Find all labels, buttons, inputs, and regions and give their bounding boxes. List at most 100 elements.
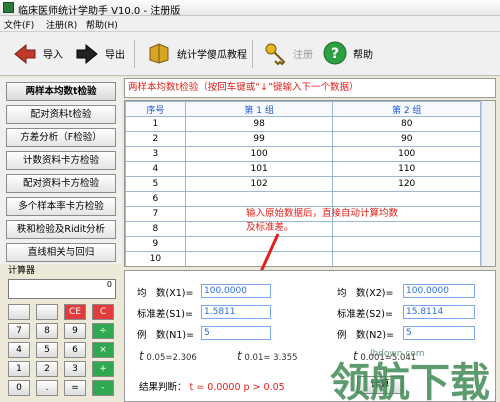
menu-help[interactable]: 帮助(H) (86, 18, 118, 31)
data-grid: 序号 第 1 组 第 2 组 1 98 80 2 99 90 3 100 100 4 101 1… (124, 100, 496, 267)
group1-cell[interactable]: 98 (184, 116, 334, 132)
key-icon (265, 43, 286, 66)
calc-key-5[interactable]: 5 (36, 342, 58, 358)
svg-text:领航下载: 领航下载 (330, 360, 490, 402)
verdict-value: t = 0.0000 p > 0.05 (189, 382, 285, 393)
group1-cell[interactable]: 102 (184, 176, 334, 192)
row-index: 3 (125, 146, 186, 162)
calc-key-1[interactable]: 1 (8, 361, 30, 377)
title-bar: 临床医师统计学助手 V10.0 - 注册版 (0, 0, 500, 17)
calc-key-3[interactable]: 3 (64, 361, 86, 377)
menu-paired-chi-square[interactable]: 配对资料卡方检验 (6, 174, 116, 193)
calc-key-equals[interactable]: = (64, 380, 86, 396)
toolbar: 导入 导出 统计学傻瓜教程 注册 ? 帮助 (0, 32, 500, 76)
window-title: 临床医师统计学助手 V10.0 - 注册版 (18, 6, 181, 17)
group2-cell[interactable]: 110 (332, 161, 481, 177)
import-icon (14, 43, 36, 65)
row-index: 6 (125, 191, 186, 207)
menu-rank-sum-ridit[interactable]: 秩和检验及Ridit分析 (6, 220, 116, 239)
tutorial-button[interactable]: 统计学傻瓜教程 (146, 40, 247, 66)
menu-file[interactable]: 文件(F) (4, 18, 34, 31)
sd1-field: 1.5811 (201, 305, 271, 319)
sd2-label: 标准差(S2)= (337, 309, 393, 320)
svg-text:?: ? (331, 46, 339, 62)
critical-t-005: t 0.05=2.306 (139, 349, 197, 363)
row-index: 4 (125, 161, 186, 177)
group2-cell[interactable] (332, 251, 481, 266)
row-index: 9 (125, 236, 186, 252)
calculator-title: 计算器 (8, 266, 36, 276)
tutorial-icon (149, 43, 169, 64)
menu-paired-t[interactable]: 配对资料t检验 (6, 105, 116, 124)
help-label: 帮助 (353, 49, 373, 61)
calc-key-2[interactable]: 2 (36, 361, 58, 377)
group2-cell[interactable]: 120 (332, 176, 481, 192)
row-index: 8 (125, 221, 186, 237)
calc-key-decimal[interactable]: . (36, 380, 58, 396)
verdict-label: 结果判断： (139, 382, 187, 393)
menu-register[interactable]: 注册(R) (46, 18, 77, 31)
tutorial-label: 统计学傻瓜教程 (177, 49, 247, 61)
mean2-field: 100.0000 (403, 284, 475, 298)
app-icon (3, 2, 14, 13)
calc-key-blank[interactable] (36, 304, 58, 320)
calc-key-clear-entry[interactable]: CE (64, 304, 86, 320)
calculator: 计算器 0 CE C 7 8 9 ÷ 4 5 6 × 1 2 3 + 0 . =… (0, 262, 122, 402)
group1-cell[interactable]: 101 (184, 161, 334, 177)
help-button[interactable]: ? 帮助 (322, 40, 373, 66)
register-label: 注册 (293, 49, 313, 61)
mean1-label: 均 数(X1)= (137, 288, 194, 299)
help-icon: ? (323, 41, 347, 65)
group2-cell[interactable] (332, 191, 481, 207)
import-label: 导入 (43, 49, 63, 61)
calculator-display: 0 (8, 279, 116, 299)
calc-key-add[interactable]: + (92, 361, 114, 377)
calc-key-clear[interactable]: C (92, 304, 114, 320)
export-button[interactable]: 导出 (74, 40, 125, 66)
group1-cell[interactable]: 100 (184, 146, 334, 162)
calc-key-multiply[interactable]: × (92, 342, 114, 358)
group2-cell[interactable]: 90 (332, 131, 481, 147)
group1-cell[interactable] (184, 191, 334, 207)
result-verdict: 结果判断： t = 0.0000 p > 0.05 (139, 379, 285, 393)
calc-key-4[interactable]: 4 (8, 342, 30, 358)
table-row: 5 102 120 (125, 176, 481, 192)
group2-cell[interactable]: 80 (332, 116, 481, 132)
table-row: 3 100 100 (125, 146, 481, 162)
menu-multi-rate-chi-square[interactable]: 多个样本率卡方检验 (6, 197, 116, 216)
analysis-menu: 两样本均数t检验 配对资料t检验 方差分析（F检验） 计数资料卡方检验 配对资料… (0, 78, 122, 264)
menu-anova[interactable]: 方差分析（F检验） (6, 128, 116, 147)
n2-field: 5 (403, 326, 475, 340)
calc-key-subtract[interactable]: - (92, 380, 114, 396)
column-header-group1: 第 1 组 (184, 101, 334, 117)
menu-chi-square[interactable]: 计数资料卡方检验 (6, 151, 116, 170)
menu-correlation-regression[interactable]: 直线相关与回归 (6, 243, 116, 262)
toolbar-separator (134, 40, 135, 68)
import-button[interactable]: 导入 (12, 40, 63, 66)
grid-scrollbar[interactable] (481, 101, 495, 266)
register-button[interactable]: 注册 (262, 40, 313, 66)
row-index: 10 (125, 251, 186, 266)
table-row: 2 99 90 (125, 131, 481, 147)
group2-cell[interactable] (332, 236, 481, 252)
column-header-index: 序号 (125, 101, 186, 117)
calc-key-9[interactable]: 9 (64, 323, 86, 339)
table-row: 4 101 110 (125, 161, 481, 177)
calc-key-8[interactable]: 8 (36, 323, 58, 339)
critical-t-001: t 0.01= 3.355 (237, 349, 298, 363)
n1-field: 5 (201, 326, 271, 340)
mean2-label: 均 数(X2)= (337, 288, 394, 299)
row-index: 7 (125, 206, 186, 222)
calc-key-divide[interactable]: ÷ (92, 323, 114, 339)
calc-key-7[interactable]: 7 (8, 323, 30, 339)
export-icon (76, 43, 98, 65)
group1-cell[interactable]: 99 (184, 131, 334, 147)
export-label: 导出 (105, 49, 125, 61)
group2-cell[interactable]: 100 (332, 146, 481, 162)
row-index: 2 (125, 131, 186, 147)
menu-two-sample-t[interactable]: 两样本均数t检验 (6, 82, 116, 101)
calc-key-0[interactable]: 0 (8, 380, 30, 396)
row-index: 5 (125, 176, 186, 192)
calc-key-6[interactable]: 6 (64, 342, 86, 358)
calc-key-blank[interactable] (8, 304, 30, 320)
